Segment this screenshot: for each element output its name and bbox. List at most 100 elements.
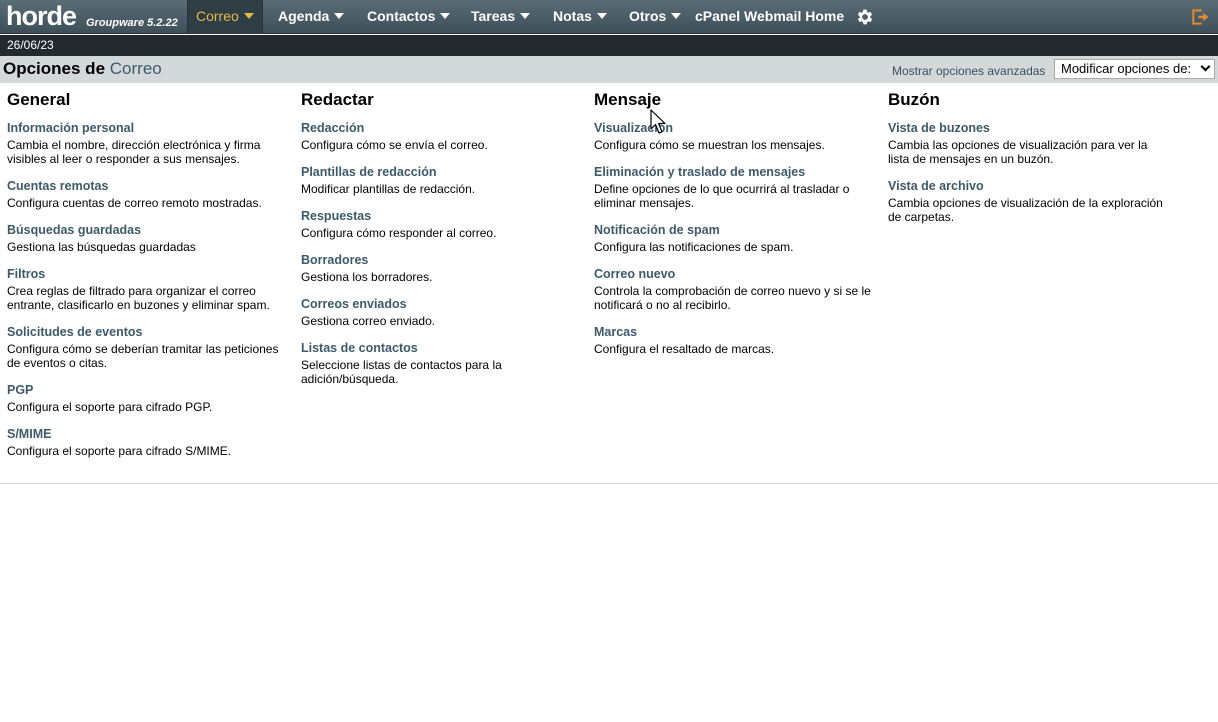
- column-general: General Información personal Cambia el no…: [7, 90, 287, 469]
- chevron-down-icon: [440, 13, 451, 19]
- column-heading: General: [7, 90, 71, 109]
- nav-notas-label: Notas: [553, 8, 592, 24]
- option-link[interactable]: Respuestas: [301, 209, 371, 223]
- option-description: Configura el resaltado de marcas.: [594, 342, 775, 356]
- column-heading: Buzón: [888, 90, 940, 109]
- option-description: Gestiona las búsquedas guardadas: [7, 240, 196, 254]
- option-item: Listas de contactos Seleccione listas de …: [301, 339, 581, 386]
- option-description: Configura cómo responder al correo.: [301, 226, 497, 240]
- nav-agenda-label: Agenda: [278, 8, 330, 24]
- option-link[interactable]: Correo nuevo: [594, 267, 675, 281]
- chevron-down-icon: [334, 13, 345, 19]
- option-link[interactable]: Vista de archivo: [888, 179, 984, 193]
- chevron-down-icon: [1200, 61, 1211, 72]
- logout-icon[interactable]: [1190, 7, 1210, 27]
- option-item: Cuentas remotas Configura cuentas de corr…: [7, 177, 287, 210]
- nav-correo[interactable]: Correo: [187, 0, 263, 34]
- option-item: Información personal Cambia el nombre, di…: [7, 119, 287, 166]
- option-link[interactable]: Eliminación y traslado de mensajes: [594, 165, 805, 179]
- option-item: S/MIME Configura el soporte para cifrado …: [7, 425, 287, 458]
- column-redactar: Redactar Redacción Configura cómo se enví…: [301, 90, 581, 397]
- option-link[interactable]: Listas de contactos: [301, 341, 418, 355]
- option-description: Configura el soporte para cifrado S/MIME…: [7, 444, 232, 458]
- option-item: Marcas Configura el resaltado de marcas.: [594, 323, 874, 356]
- option-description: Cambia las opciones de visualización par…: [888, 138, 1148, 166]
- option-description: Seleccione listas de contactos para la a…: [301, 358, 502, 386]
- nav-cpanel-label: cPanel Webmail Home: [695, 8, 845, 24]
- nav-cpanel-home[interactable]: cPanel Webmail Home: [695, 0, 844, 34]
- option-item: Filtros Crea reglas de filtrado para orga…: [7, 265, 287, 312]
- column-heading: Redactar: [301, 90, 374, 109]
- option-item: Correos enviados Gestiona correo enviado.: [301, 295, 581, 328]
- nav-agenda[interactable]: Agenda: [278, 0, 345, 34]
- gear-icon[interactable]: [855, 7, 875, 27]
- nav-tareas[interactable]: Tareas: [471, 0, 531, 34]
- column-buzon: Buzón Vista de buzones Cambia las opcione…: [888, 90, 1168, 235]
- logo-text: horde: [6, 1, 77, 31]
- option-description: Configura las notificaciones de spam.: [594, 240, 794, 254]
- option-link[interactable]: Borradores: [301, 253, 368, 267]
- chevron-down-icon: [520, 13, 531, 19]
- option-description: Crea reglas de filtrado para organizar e…: [7, 284, 270, 312]
- option-link[interactable]: S/MIME: [7, 427, 51, 441]
- option-item: Búsquedas guardadas Gestiona las búsqueda…: [7, 221, 287, 254]
- option-link[interactable]: Información personal: [7, 121, 134, 135]
- nav-notas[interactable]: Notas: [553, 0, 607, 34]
- option-description: Configura cómo se muestran los mensajes.: [594, 138, 825, 152]
- option-link[interactable]: PGP: [7, 383, 33, 397]
- option-description: Configura cuentas de correo remoto mostr…: [7, 196, 262, 210]
- nav-correo-label: Correo: [196, 8, 239, 24]
- option-description: Configura cómo se deberían tramitar las …: [7, 342, 279, 370]
- option-link[interactable]: Plantillas de redacción: [301, 165, 436, 179]
- option-item: Visualización Configura cómo se muestran …: [594, 119, 874, 152]
- page-title: Opciones de Correo: [3, 59, 162, 79]
- option-link[interactable]: Notificación de spam: [594, 223, 720, 237]
- logo-version: Groupware 5.2.22: [86, 17, 178, 29]
- option-item: Borradores Gestiona los borradores.: [301, 251, 581, 284]
- option-item: PGP Configura el soporte para cifrado PGP…: [7, 381, 287, 414]
- chevron-down-icon: [671, 13, 682, 19]
- nav-otros[interactable]: Otros: [629, 0, 682, 34]
- option-description: Define opciones de lo que ocurrirá al tr…: [594, 182, 850, 210]
- column-mensaje: Mensaje Visualización Configura cómo se m…: [594, 90, 874, 367]
- option-item: Plantillas de redacción Modificar plantil…: [301, 163, 581, 196]
- option-link[interactable]: Cuentas remotas: [7, 179, 108, 193]
- option-link[interactable]: Vista de buzones: [888, 121, 990, 135]
- page-title-prefix: Opciones de: [3, 59, 106, 78]
- date-bar: 26/06/23: [0, 35, 1218, 56]
- nav-otros-label: Otros: [629, 8, 667, 24]
- option-link[interactable]: Búsquedas guardadas: [7, 223, 141, 237]
- nav-tareas-label: Tareas: [471, 8, 516, 24]
- column-heading: Mensaje: [594, 90, 662, 109]
- nav-contactos[interactable]: Contactos: [367, 0, 451, 34]
- options-header: Opciones de Correo Mostrar opciones avan…: [0, 56, 1218, 83]
- mouse-cursor-icon: [650, 109, 666, 134]
- option-description: Modificar plantillas de redacción.: [301, 182, 476, 196]
- option-item: Eliminación y traslado de mensajes Define…: [594, 163, 874, 210]
- show-advanced-options-link[interactable]: Mostrar opciones avanzadas: [892, 64, 1045, 78]
- option-description: Gestiona los borradores.: [301, 270, 433, 284]
- page-title-app: Correo: [109, 59, 162, 78]
- top-navigation-bar: horde Groupware 5.2.22 Correo Agenda Con…: [0, 0, 1218, 34]
- chevron-down-icon: [243, 13, 254, 19]
- option-item: Redacción Configura cómo se envía el corr…: [301, 119, 581, 152]
- option-link[interactable]: Redacción: [301, 121, 364, 135]
- option-link[interactable]: Correos enviados: [301, 297, 407, 311]
- nav-contactos-label: Contactos: [367, 8, 436, 24]
- chevron-down-icon: [596, 13, 607, 19]
- option-description: Gestiona correo enviado.: [301, 314, 436, 328]
- option-item: Notificación de spam Configura las notifi…: [594, 221, 874, 254]
- option-item: Vista de archivo Cambia opciones de visua…: [888, 177, 1168, 224]
- content-divider: [0, 483, 1218, 484]
- option-link[interactable]: Filtros: [7, 267, 45, 281]
- option-item: Vista de buzones Cambia las opciones de v…: [888, 119, 1168, 166]
- option-description: Configura el soporte para cifrado PGP.: [7, 400, 213, 414]
- option-link[interactable]: Solicitudes de eventos: [7, 325, 142, 339]
- option-description: Configura cómo se envía el correo.: [301, 138, 488, 152]
- option-description: Cambia el nombre, dirección electrónica …: [7, 138, 261, 166]
- modify-options-select[interactable]: Modificar opciones de:: [1054, 59, 1215, 79]
- option-link[interactable]: Marcas: [594, 325, 637, 339]
- option-item: Correo nuevo Controla la comprobación de …: [594, 265, 874, 312]
- select-value: Modificar opciones de:: [1061, 61, 1192, 76]
- option-item: Solicitudes de eventos Configura cómo se …: [7, 323, 287, 370]
